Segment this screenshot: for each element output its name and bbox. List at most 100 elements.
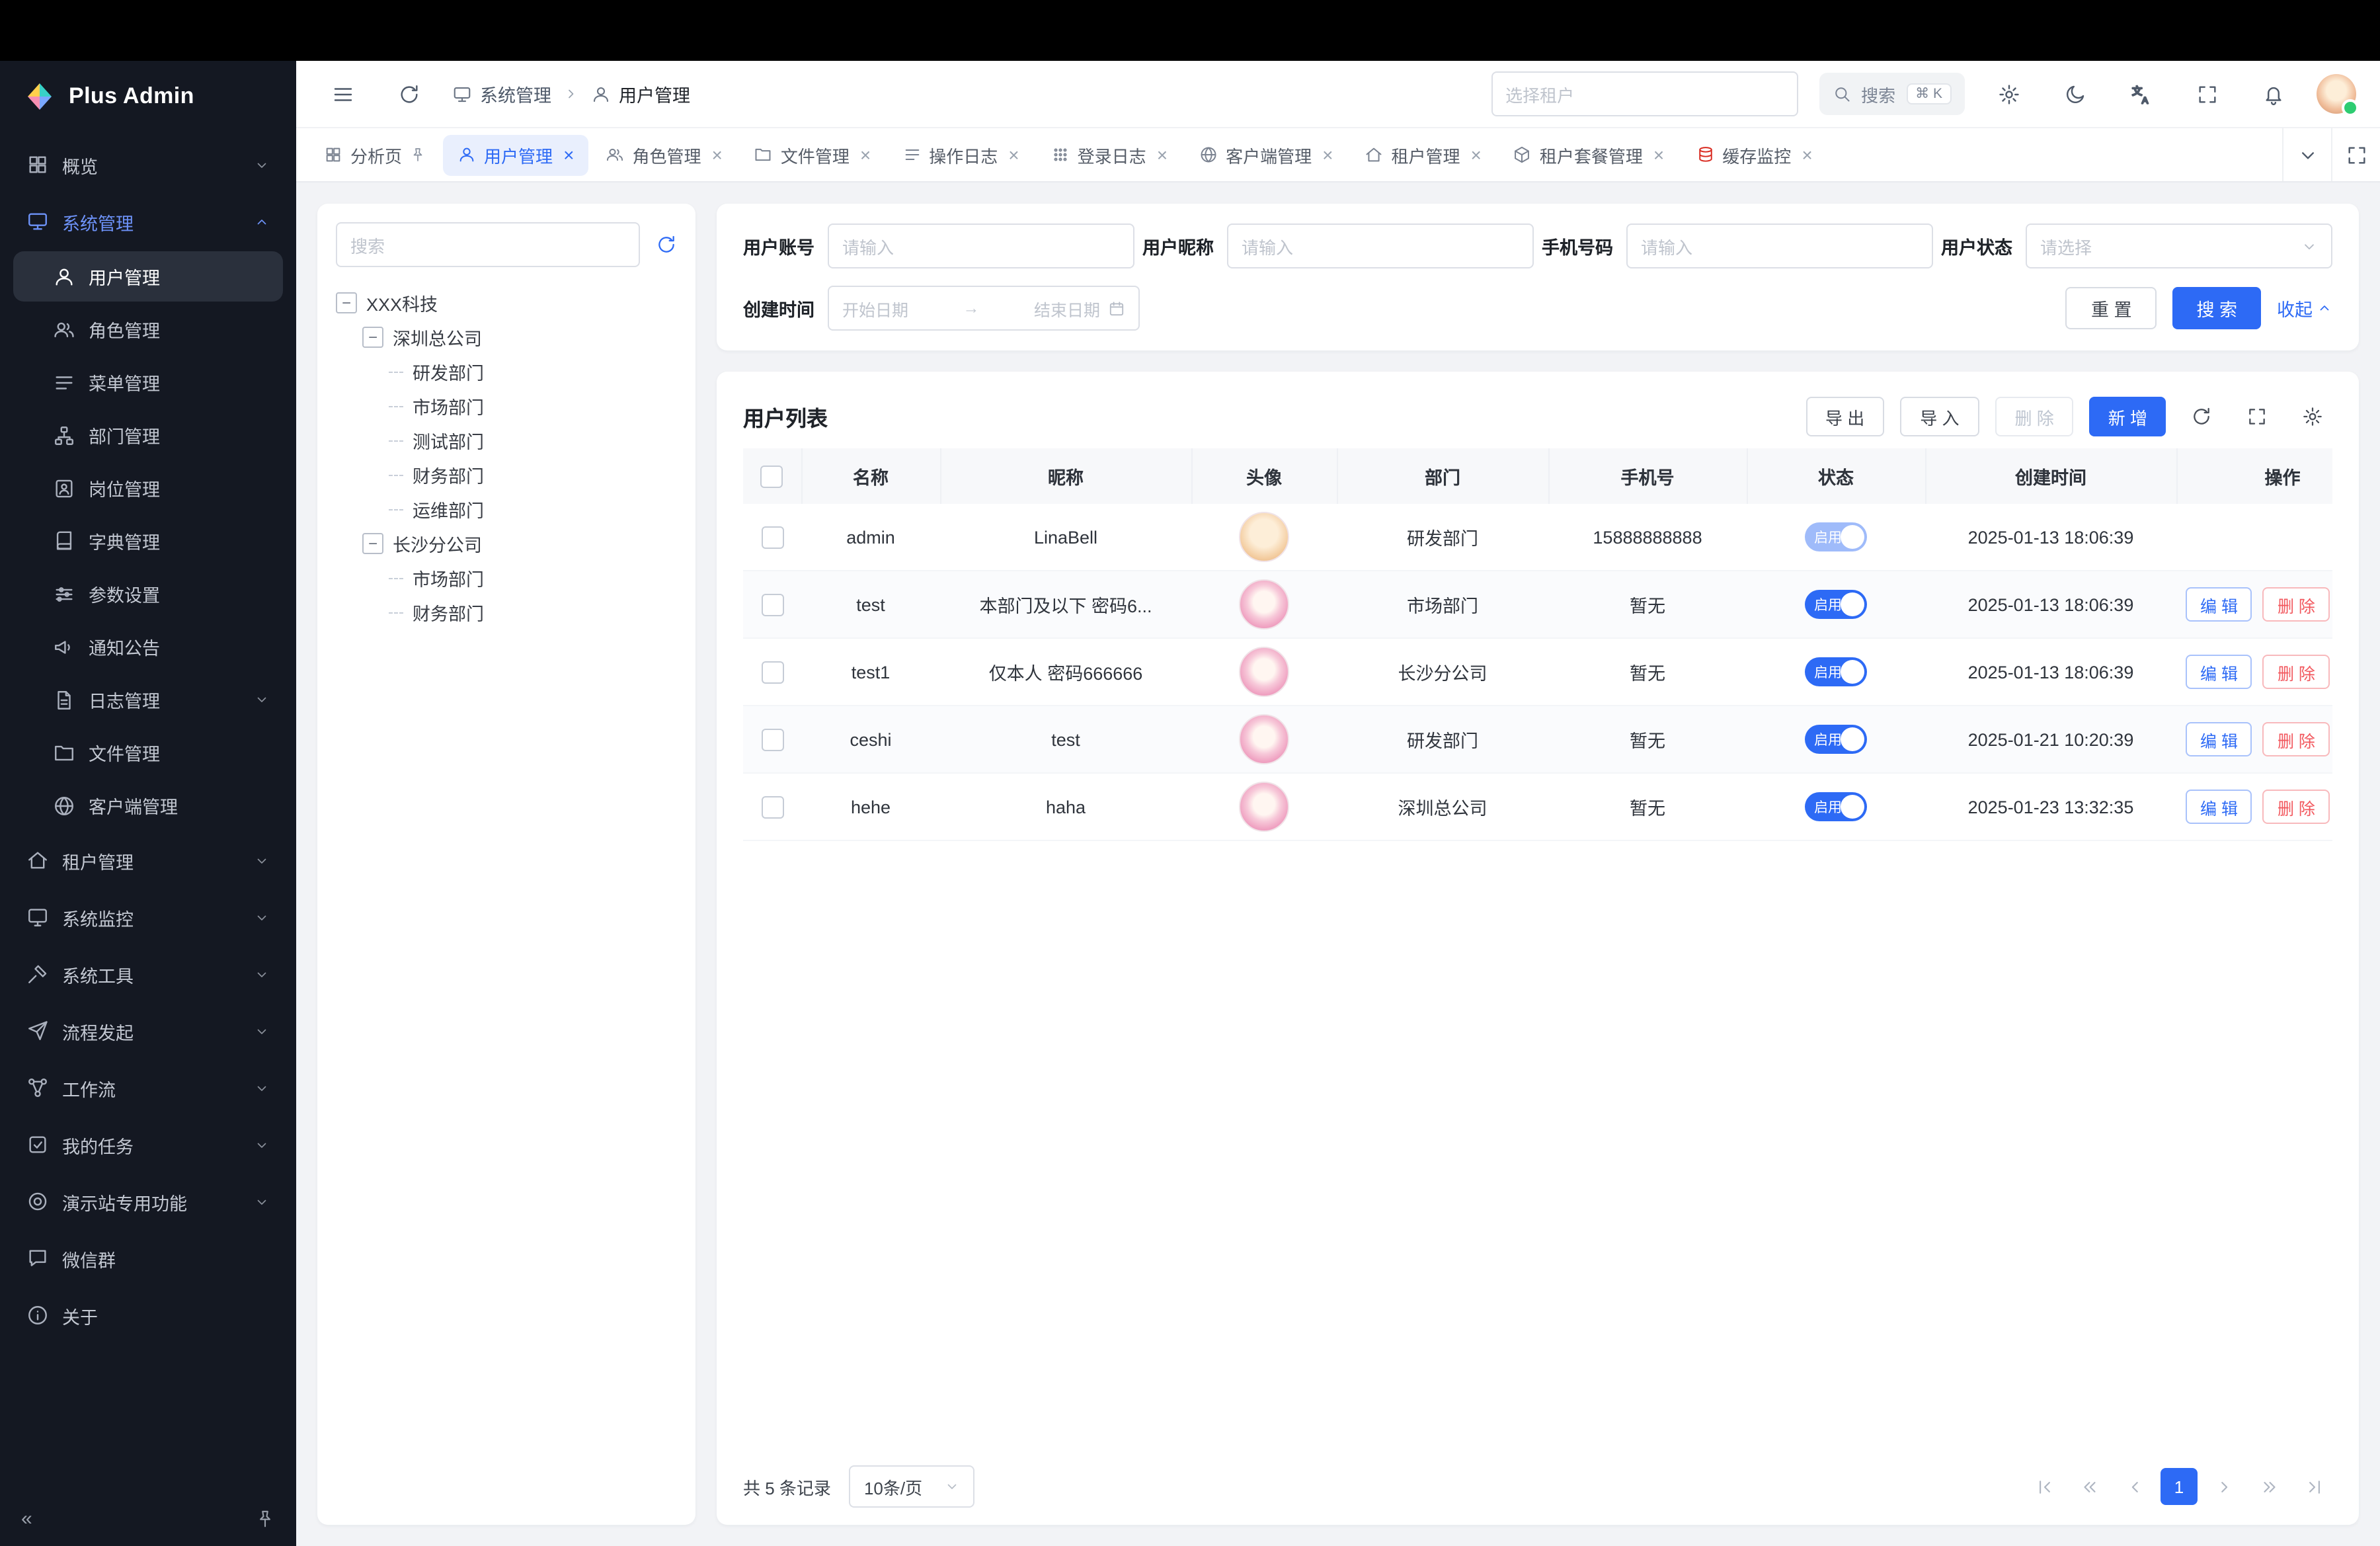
sidebar-item-user-mgmt[interactable]: 用户管理 <box>13 251 283 302</box>
sidebar-item-file-mgmt[interactable]: 文件管理 <box>13 727 283 778</box>
tree-expand-toggle[interactable] <box>336 292 357 313</box>
sidebar-item-overview[interactable]: 概览 <box>13 138 283 192</box>
global-search-button[interactable]: 搜索 ⌘ K <box>1819 73 1965 115</box>
sidebar-item-client-mgmt[interactable]: 客户端管理 <box>13 780 283 831</box>
page-size-select[interactable]: 10条/页 <box>850 1465 974 1508</box>
tab-close-icon[interactable]: × <box>1322 145 1333 164</box>
tab-operation-log[interactable]: 操作日志× <box>888 134 1033 175</box>
delete-button[interactable]: 删 除 <box>1995 397 2074 436</box>
tab-close-icon[interactable]: × <box>1653 145 1664 164</box>
edit-button[interactable]: 编 辑 <box>2186 587 2252 622</box>
delete-button[interactable]: 删 除 <box>2263 587 2330 622</box>
fullscreen-button[interactable] <box>2184 71 2229 116</box>
import-button[interactable]: 导 入 <box>1900 397 1979 436</box>
app-logo[interactable]: Plus Admin <box>0 61 296 132</box>
status-toggle[interactable]: 启用 <box>1805 792 1867 821</box>
tab-client-mgmt[interactable]: 客户端管理× <box>1185 134 1347 175</box>
tree-node[interactable]: 财务部门 <box>336 595 677 630</box>
breadcrumb-user-mgmt[interactable]: 用户管理 <box>591 81 690 107</box>
tab-close-icon[interactable]: × <box>711 145 722 164</box>
edit-button[interactable]: 编 辑 <box>2186 790 2252 824</box>
add-button[interactable]: 新 增 <box>2090 397 2166 436</box>
tree-node[interactable]: 深圳总公司 <box>336 320 677 354</box>
page-1-button[interactable]: 1 <box>2161 1468 2198 1505</box>
status-toggle[interactable]: 启用 <box>1805 657 1867 686</box>
tab-close-icon[interactable]: × <box>1008 145 1019 164</box>
tenant-select[interactable]: 选择租户 <box>1491 71 1798 116</box>
nickname-input[interactable]: 请输入 <box>1227 224 1534 268</box>
account-input[interactable]: 请输入 <box>828 224 1134 268</box>
tree-node[interactable]: 市场部门 <box>336 389 677 423</box>
row-checkbox[interactable] <box>761 526 783 548</box>
tab-close-icon[interactable]: × <box>563 145 574 164</box>
sidebar-item-dept-mgmt[interactable]: 部门管理 <box>13 410 283 460</box>
table-refresh-button[interactable] <box>2182 397 2221 436</box>
tree-node[interactable]: 市场部门 <box>336 561 677 595</box>
status-toggle[interactable]: 启用 <box>1805 590 1867 619</box>
tree-node[interactable]: 财务部门 <box>336 458 677 492</box>
delete-button[interactable]: 删 除 <box>2263 790 2330 824</box>
reset-button[interactable]: 重 置 <box>2066 287 2157 329</box>
sidebar-item-system-mgmt[interactable]: 系统管理 <box>13 194 283 249</box>
language-switch-button[interactable] <box>2118 71 2163 116</box>
tabs-fullscreen-button[interactable] <box>2331 128 2380 181</box>
sidebar-item-wechat-group[interactable]: 微信群 <box>13 1231 283 1285</box>
sidebar-item-tenant-mgmt[interactable]: 租户管理 <box>13 833 283 887</box>
tree-expand-toggle[interactable] <box>362 327 383 348</box>
collapse-filter-link[interactable]: 收起 <box>2277 295 2332 321</box>
sidebar-item-role-mgmt[interactable]: 角色管理 <box>13 304 283 354</box>
tab-tenant-package-mgmt[interactable]: 租户套餐管理× <box>1499 134 1679 175</box>
tree-node[interactable]: 运维部门 <box>336 492 677 526</box>
phone-input[interactable]: 请输入 <box>1626 224 1933 268</box>
sidebar-item-log-mgmt[interactable]: 日志管理 <box>13 674 283 725</box>
tab-role-mgmt[interactable]: 角色管理× <box>591 134 736 175</box>
prev-page-button[interactable] <box>2116 1468 2153 1505</box>
sidebar-item-notice[interactable]: 通知公告 <box>13 622 283 672</box>
breadcrumb-system-mgmt[interactable]: 系统管理 <box>452 81 551 107</box>
tab-user-mgmt[interactable]: 用户管理× <box>443 134 588 175</box>
sidebar-item-demo-features[interactable]: 演示站专用功能 <box>13 1174 283 1229</box>
delete-button[interactable]: 删 除 <box>2263 655 2330 689</box>
next-jump-button[interactable] <box>2250 1468 2287 1505</box>
user-avatar-menu[interactable] <box>2317 74 2356 114</box>
sidebar-item-menu-mgmt[interactable]: 菜单管理 <box>13 357 283 407</box>
sidebar-item-my-tasks[interactable]: 我的任务 <box>13 1118 283 1172</box>
tree-node[interactable]: XXX科技 <box>336 286 677 320</box>
tab-analysis[interactable]: 分析页 <box>309 134 440 175</box>
sidebar-pin-icon[interactable] <box>255 1508 275 1528</box>
prev-jump-button[interactable] <box>2071 1468 2108 1505</box>
tree-refresh-button[interactable] <box>656 234 677 255</box>
select-all-checkbox[interactable] <box>761 465 783 487</box>
row-checkbox[interactable] <box>761 593 783 616</box>
sidebar-collapse-button[interactable]: « <box>21 1507 32 1529</box>
status-select[interactable]: 请选择 <box>2026 224 2332 268</box>
edit-button[interactable]: 编 辑 <box>2186 722 2252 756</box>
tabs-menu-button[interactable] <box>2282 128 2331 181</box>
row-checkbox[interactable] <box>761 661 783 683</box>
row-checkbox[interactable] <box>761 795 783 818</box>
tree-node[interactable]: 测试部门 <box>336 423 677 458</box>
tree-expand-toggle[interactable] <box>362 533 383 554</box>
menu-toggle-button[interactable] <box>320 71 365 116</box>
sidebar-item-system-monitor[interactable]: 系统监控 <box>13 890 283 944</box>
tab-close-icon[interactable]: × <box>1471 145 1482 164</box>
status-toggle[interactable]: 启用 <box>1805 522 1867 551</box>
status-toggle[interactable]: 启用 <box>1805 725 1867 754</box>
sidebar-item-system-tools[interactable]: 系统工具 <box>13 947 283 1001</box>
settings-button[interactable] <box>1986 71 2031 116</box>
refresh-page-button[interactable] <box>386 71 431 116</box>
tree-node[interactable]: 研发部门 <box>336 354 677 389</box>
tab-file-mgmt[interactable]: 文件管理× <box>740 134 885 175</box>
sidebar-item-dict-mgmt[interactable]: 字典管理 <box>13 516 283 566</box>
export-button[interactable]: 导 出 <box>1805 397 1884 436</box>
notifications-button[interactable] <box>2250 71 2295 116</box>
tree-search-input[interactable]: 搜索 <box>336 222 640 267</box>
next-page-button[interactable] <box>2205 1468 2242 1505</box>
tree-node[interactable]: 长沙分公司 <box>336 526 677 561</box>
tab-close-icon[interactable]: × <box>1157 145 1168 164</box>
tab-close-icon[interactable]: × <box>1802 145 1812 164</box>
table-fullscreen-button[interactable] <box>2237 397 2277 436</box>
tab-login-log[interactable]: 登录日志× <box>1037 134 1182 175</box>
tab-close-icon[interactable]: × <box>860 145 871 164</box>
sidebar-item-about[interactable]: 关于 <box>13 1288 283 1342</box>
